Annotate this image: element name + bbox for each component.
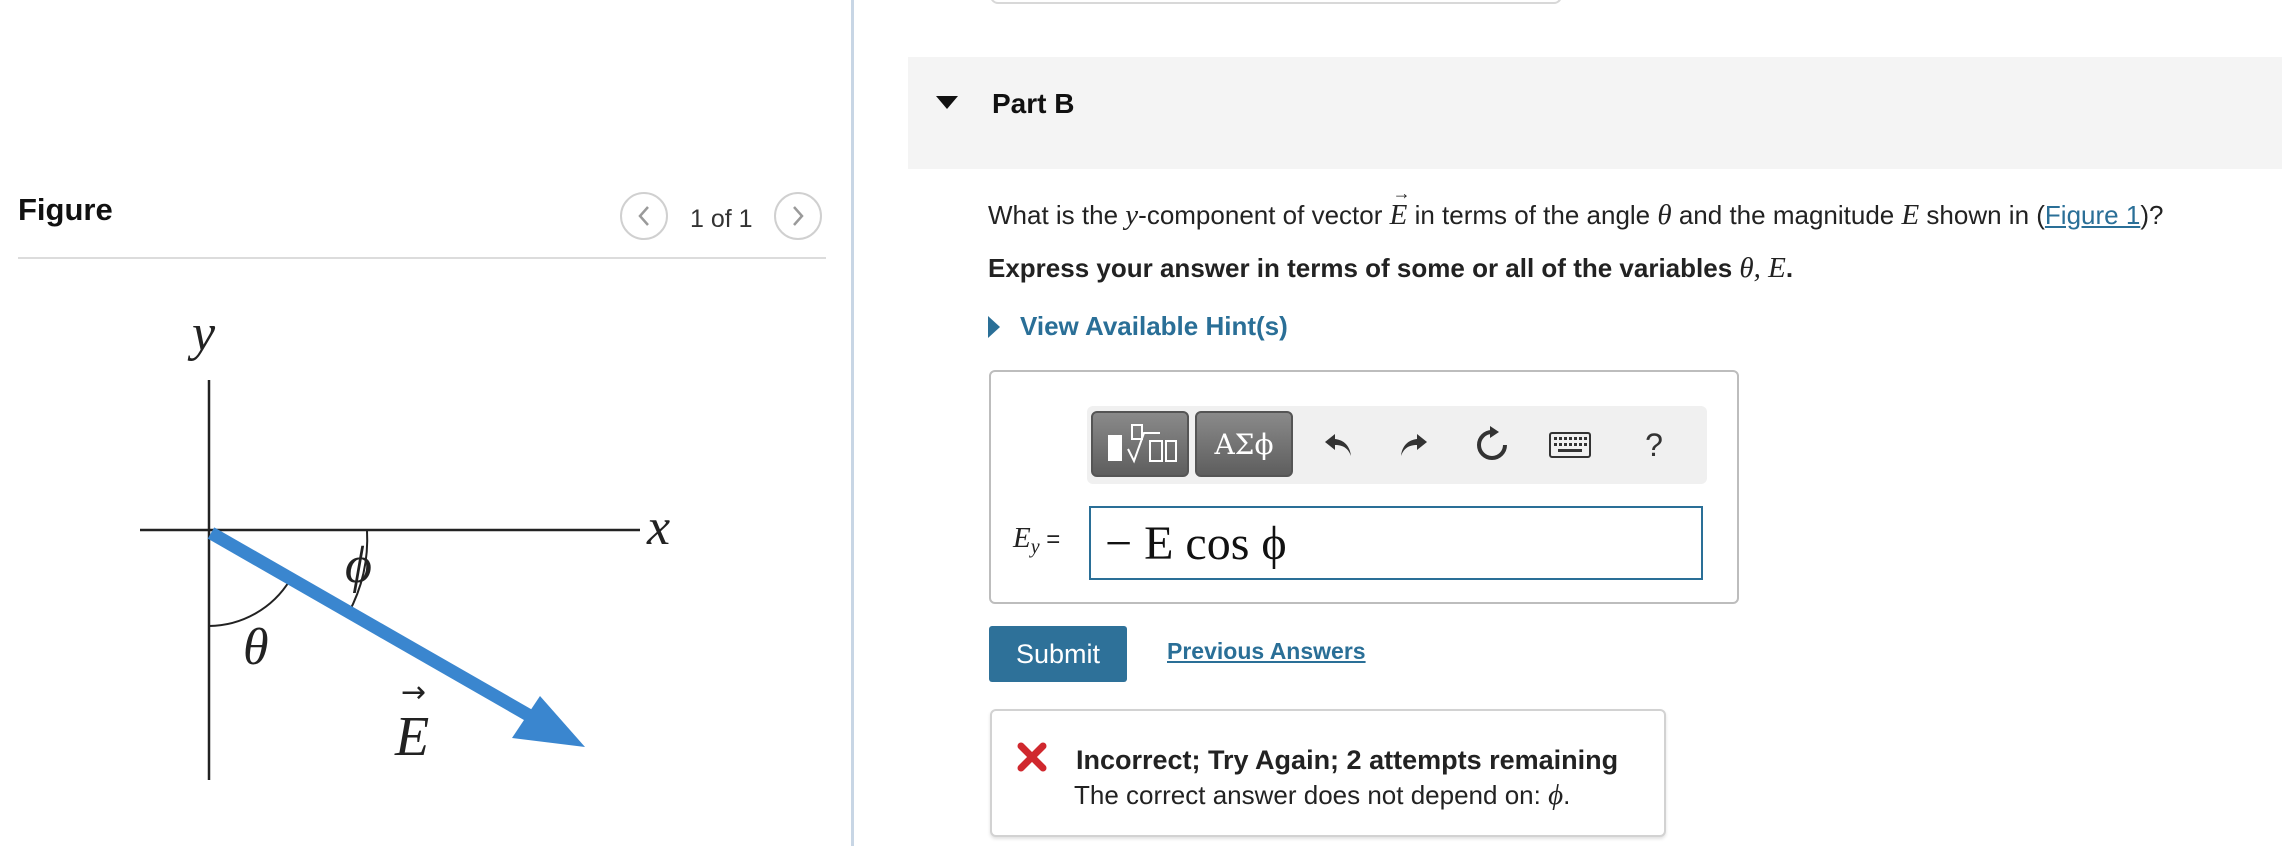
answer-label: Ey = — [1013, 522, 1061, 558]
previous-answer-box-edge — [990, 0, 1562, 4]
chevron-left-icon — [638, 206, 649, 226]
y-axis-label: y — [187, 305, 216, 362]
panel-divider — [851, 0, 854, 846]
vector-e-label: E — [394, 706, 429, 768]
previous-figure-button[interactable] — [620, 192, 668, 240]
error-x-icon — [1017, 742, 1047, 772]
view-hints-toggle[interactable]: View Available Hint(s) — [988, 311, 1288, 342]
vector-arrow-head — [512, 696, 585, 747]
vector-diagram: y x ϕ θ E → — [140, 305, 670, 780]
view-hints-label: View Available Hint(s) — [1020, 311, 1288, 341]
part-title: Part B — [992, 88, 1075, 119]
answer-box: ΑΣϕ ? Ey = − E cos ϕ — [989, 370, 1739, 604]
feedback-box: Incorrect; Try Again; 2 attempts remaini… — [990, 709, 1666, 837]
question-text: What is the y-component of vector E in t… — [988, 183, 2163, 232]
instruction-variables: θ, E — [1739, 252, 1786, 284]
vector-arrow-mark: → — [401, 675, 426, 710]
collapse-caret-icon[interactable] — [936, 96, 958, 109]
redo-button[interactable] — [1389, 420, 1439, 470]
redo-icon — [1401, 434, 1427, 456]
var-e-vector: E — [1390, 183, 1411, 232]
figure-title: Figure — [18, 192, 113, 227]
math-toolbar: ΑΣϕ ? — [1087, 406, 1707, 484]
chevron-right-icon — [793, 206, 804, 226]
templates-icon — [1108, 424, 1177, 464]
figure-link[interactable]: Figure 1 — [2045, 200, 2140, 230]
next-figure-button[interactable] — [774, 192, 822, 240]
figure-counter: 1 of 1 — [690, 205, 753, 233]
reset-icon — [1477, 426, 1507, 460]
undo-button[interactable] — [1313, 420, 1363, 470]
theta-label: θ — [243, 619, 269, 676]
answer-instruction: Express your answer in terms of some or … — [988, 252, 1794, 284]
caret-right-icon — [988, 315, 1000, 338]
feedback-detail: The correct answer does not depend on: ϕ… — [1074, 779, 1571, 811]
undo-icon — [1325, 434, 1351, 456]
symbols-button[interactable]: ΑΣϕ — [1195, 411, 1293, 477]
templates-button[interactable] — [1091, 411, 1189, 477]
x-axis-label: x — [646, 499, 670, 556]
keyboard-button[interactable] — [1545, 420, 1595, 470]
part-header[interactable] — [908, 57, 2282, 169]
answer-input[interactable]: − E cos ϕ — [1089, 506, 1703, 580]
phi-label: ϕ — [345, 537, 372, 594]
var-e: E — [1901, 199, 1920, 231]
var-theta: θ — [1657, 199, 1672, 231]
previous-answers-link[interactable]: Previous Answers — [1167, 638, 1366, 665]
submit-button[interactable]: Submit — [989, 626, 1127, 682]
keyboard-icon — [1549, 432, 1591, 458]
figure-panel: Figure 1 of 1 y x ϕ θ E → — [0, 0, 850, 846]
help-button[interactable]: ? — [1629, 420, 1679, 470]
feedback-title: Incorrect; Try Again; 2 attempts remaini… — [1076, 745, 1619, 775]
reset-button[interactable] — [1467, 420, 1517, 470]
var-y: y — [1125, 199, 1139, 231]
figure-divider — [18, 257, 826, 259]
